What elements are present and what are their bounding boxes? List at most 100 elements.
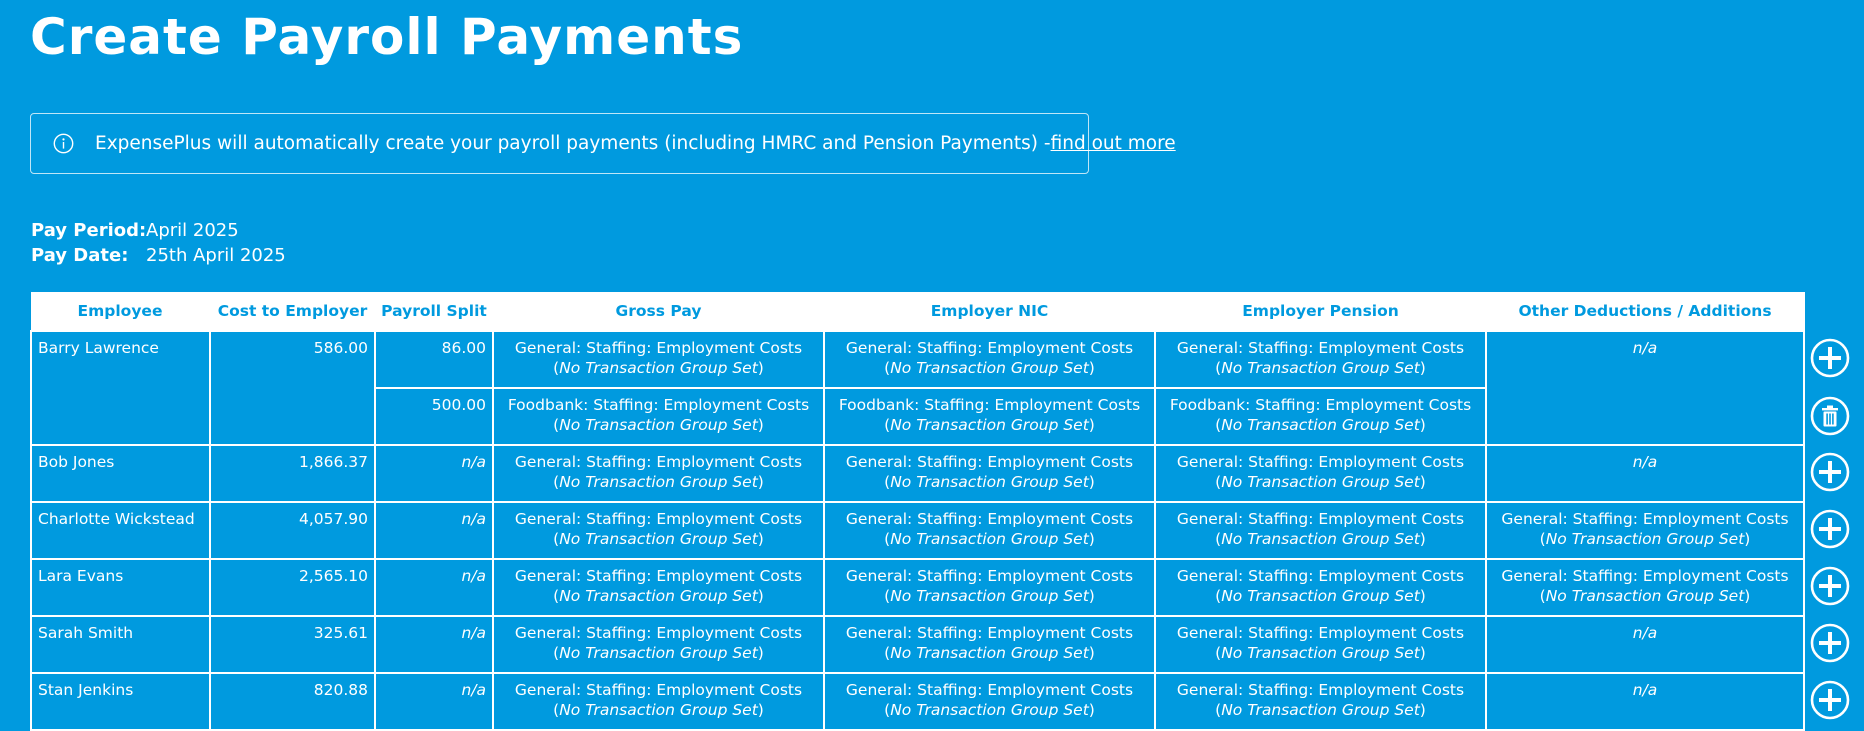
nominal-code: General: Staffing: Employment Costs: [514, 453, 803, 471]
employer-nic-cell: General: Staffing: Employment Costs (No T…: [823, 501, 1156, 560]
pay-period-value: April 2025: [146, 220, 239, 241]
nominal-code: Foodbank: Staffing: Employment Costs: [1169, 396, 1472, 414]
transaction-group: (No Transaction Group Set): [553, 473, 764, 491]
transaction-group: (No Transaction Group Set): [884, 587, 1095, 605]
table-row: Stan Jenkins 820.88 n/a General: Staffin…: [30, 672, 1805, 731]
nominal-code: General: Staffing: Employment Costs: [845, 681, 1134, 699]
transaction-group: (No Transaction Group Set): [1215, 644, 1426, 662]
nominal-code: General: Staffing: Employment Costs: [1176, 510, 1465, 528]
nominal-code: Foodbank: Staffing: Employment Costs: [507, 396, 810, 414]
gross-pay-cell: General: Staffing: Employment Costs (No T…: [492, 558, 825, 617]
page-title: Create Payroll Payments: [30, 8, 744, 66]
header-employee[interactable]: Employee: [31, 292, 211, 331]
transaction-group: (No Transaction Group Set): [1215, 587, 1426, 605]
other-deductions-cell: n/a: [1485, 330, 1805, 446]
employee-name: Charlotte Wickstead: [30, 501, 211, 560]
header-cost-to-employer[interactable]: Cost to Employer: [210, 292, 376, 331]
gross-pay-cell: General: Staffing: Employment Costs (No T…: [492, 615, 825, 674]
employer-pension-cell: General: Staffing: Employment Costs (No T…: [1154, 501, 1487, 560]
other-deductions-cell: General: Staffing: Employment Costs (No T…: [1485, 558, 1805, 617]
employer-nic-cell: General: Staffing: Employment Costs (No T…: [823, 330, 1156, 389]
gross-pay-cell: General: Staffing: Employment Costs (No T…: [492, 444, 825, 503]
nominal-code: General: Staffing: Employment Costs: [1176, 681, 1465, 699]
nominal-code: General: Staffing: Employment Costs: [845, 453, 1134, 471]
nominal-code: General: Staffing: Employment Costs: [845, 567, 1134, 585]
header-other-deductions[interactable]: Other Deductions / Additions: [1486, 292, 1805, 331]
employer-nic-cell: General: Staffing: Employment Costs (No T…: [823, 444, 1156, 503]
plus-circle-icon: [1810, 338, 1850, 378]
nominal-code: General: Staffing: Employment Costs: [514, 339, 803, 357]
other-deductions-cell: n/a: [1485, 444, 1805, 503]
table-row: Charlotte Wickstead 4,057.90 n/a General…: [30, 501, 1805, 560]
nominal-code: General: Staffing: Employment Costs: [1501, 567, 1789, 585]
employer-pension-cell: Foodbank: Staffing: Employment Costs (No …: [1154, 387, 1487, 446]
transaction-group: (No Transaction Group Set): [1539, 587, 1751, 605]
employee-name: Bob Jones: [30, 444, 211, 503]
nominal-code: General: Staffing: Employment Costs: [1176, 624, 1465, 642]
other-deductions-cell: n/a: [1485, 672, 1805, 731]
gross-pay-cell: General: Staffing: Employment Costs (No T…: [492, 672, 825, 731]
pay-period-row: Pay Period: April 2025: [31, 218, 286, 243]
pay-date-value: 25th April 2025: [146, 245, 286, 266]
payroll-split-amount: n/a: [374, 672, 494, 731]
find-out-more-link[interactable]: find out more: [1051, 133, 1176, 154]
employer-pension-cell: General: Staffing: Employment Costs (No T…: [1154, 672, 1487, 731]
payroll-table-container: Employee Cost to Employer Payroll Split …: [30, 292, 1805, 731]
transaction-group: (No Transaction Group Set): [1215, 530, 1426, 548]
nominal-code: General: Staffing: Employment Costs: [845, 624, 1134, 642]
transaction-group: (No Transaction Group Set): [884, 701, 1095, 719]
employer-nic-cell: General: Staffing: Employment Costs (No T…: [823, 672, 1156, 731]
plus-circle-icon: [1810, 509, 1850, 549]
nominal-code: Foodbank: Staffing: Employment Costs: [838, 396, 1141, 414]
add-split-button[interactable]: [1810, 509, 1850, 549]
add-split-button[interactable]: [1810, 566, 1850, 606]
employee-name: Lara Evans: [30, 558, 211, 617]
other-deductions-cell: n/a: [1485, 615, 1805, 674]
header-payroll-split[interactable]: Payroll Split: [375, 292, 494, 331]
cost-to-employer: 4,057.90: [209, 501, 376, 560]
add-split-button[interactable]: [1810, 338, 1850, 378]
nominal-code: General: Staffing: Employment Costs: [1176, 339, 1465, 357]
delete-split-button[interactable]: [1810, 396, 1850, 436]
payroll-split-amount: n/a: [374, 444, 494, 503]
add-split-button[interactable]: [1810, 623, 1850, 663]
header-gross-pay[interactable]: Gross Pay: [493, 292, 825, 331]
pay-date-row: Pay Date: 25th April 2025: [31, 243, 286, 268]
employer-nic-cell: Foodbank: Staffing: Employment Costs (No …: [823, 387, 1156, 446]
trash-circle-icon: [1810, 396, 1850, 436]
transaction-group: (No Transaction Group Set): [553, 701, 764, 719]
nominal-code: General: Staffing: Employment Costs: [514, 624, 803, 642]
nominal-code: General: Staffing: Employment Costs: [514, 681, 803, 699]
table-row: Bob Jones 1,866.37 n/a General: Staffing…: [30, 444, 1805, 503]
transaction-group: (No Transaction Group Set): [1215, 416, 1426, 434]
transaction-group: (No Transaction Group Set): [884, 359, 1095, 377]
employer-nic-cell: General: Staffing: Employment Costs (No T…: [823, 558, 1156, 617]
employer-pension-cell: General: Staffing: Employment Costs (No T…: [1154, 330, 1487, 389]
transaction-group: (No Transaction Group Set): [553, 587, 764, 605]
transaction-group: (No Transaction Group Set): [884, 530, 1095, 548]
payroll-split-amount: 86.00: [374, 330, 494, 389]
employee-name: Barry Lawrence: [30, 330, 211, 446]
table-header-row: Employee Cost to Employer Payroll Split …: [31, 292, 1805, 331]
banner-text: ExpensePlus will automatically create yo…: [95, 133, 1051, 154]
transaction-group: (No Transaction Group Set): [553, 530, 764, 548]
table-row: Lara Evans 2,565.10 n/a General: Staffin…: [30, 558, 1805, 617]
gross-pay-cell: Foodbank: Staffing: Employment Costs (No …: [492, 387, 825, 446]
info-icon: [53, 133, 74, 154]
transaction-group: (No Transaction Group Set): [884, 473, 1095, 491]
pay-info: Pay Period: April 2025 Pay Date: 25th Ap…: [31, 218, 286, 268]
row-action-buttons: [1810, 0, 1852, 727]
cost-to-employer: 586.00: [209, 330, 376, 446]
nominal-code: General: Staffing: Employment Costs: [845, 339, 1134, 357]
transaction-group: (No Transaction Group Set): [553, 644, 764, 662]
add-split-button[interactable]: [1810, 452, 1850, 492]
add-split-button[interactable]: [1810, 680, 1850, 720]
table-row: Sarah Smith 325.61 n/a General: Staffing…: [30, 615, 1805, 674]
cost-to-employer: 325.61: [209, 615, 376, 674]
header-employer-nic[interactable]: Employer NIC: [824, 292, 1156, 331]
transaction-group: (No Transaction Group Set): [553, 359, 764, 377]
nominal-code: General: Staffing: Employment Costs: [1176, 567, 1465, 585]
transaction-group: (No Transaction Group Set): [1215, 701, 1426, 719]
header-employer-pension[interactable]: Employer Pension: [1155, 292, 1487, 331]
nominal-code: General: Staffing: Employment Costs: [514, 510, 803, 528]
